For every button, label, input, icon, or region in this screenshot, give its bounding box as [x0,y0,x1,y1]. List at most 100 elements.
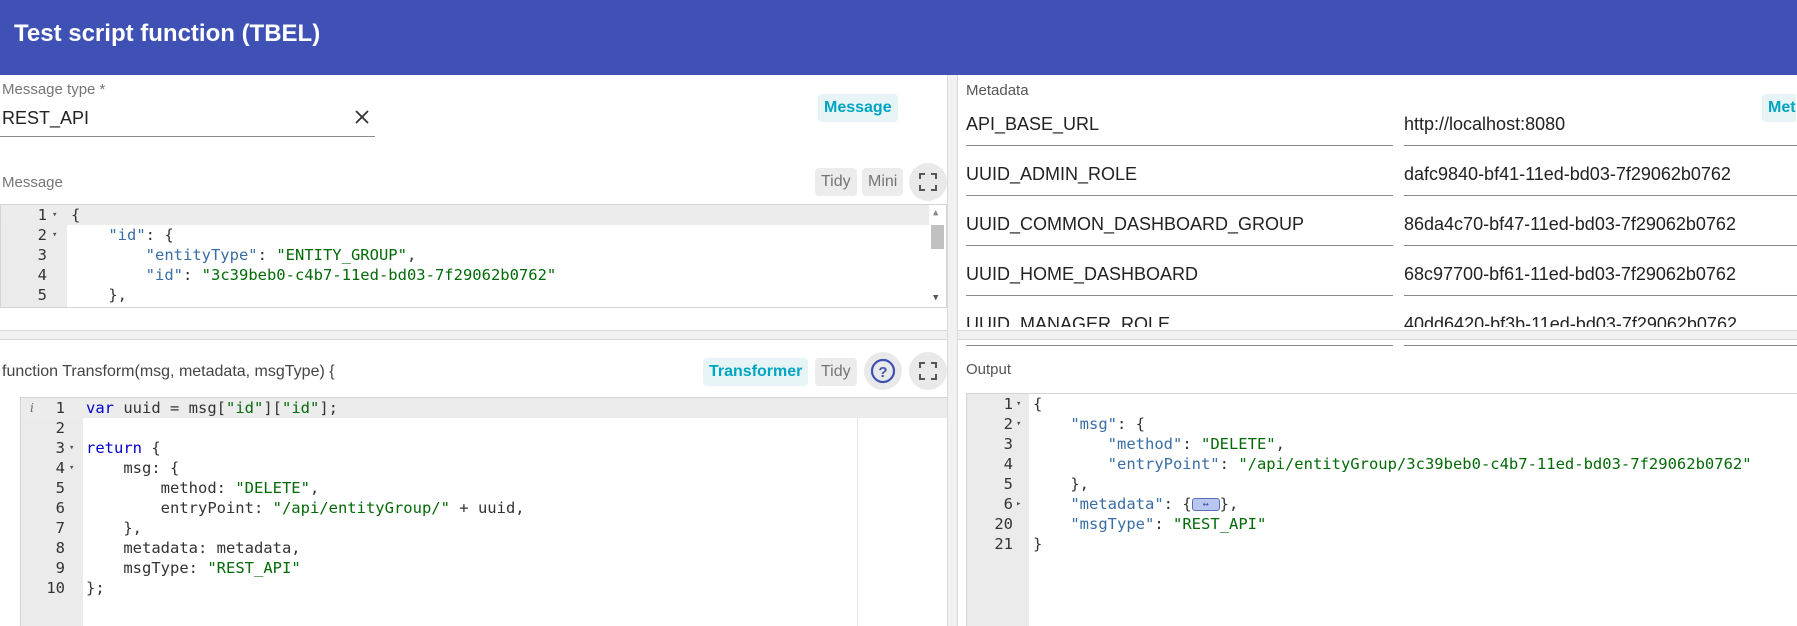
metadata-key-underline [966,345,1393,346]
function-code-line[interactable]: 2 [21,418,947,438]
metadata-key-input[interactable]: UUID_HOME_DASHBOARD [966,264,1198,285]
output-code-line[interactable]: 2 ▾ "msg": { [967,414,1797,434]
output-code-line[interactable]: 5 }, [967,474,1797,494]
function-code-line[interactable]: 7 }, [21,518,947,538]
metadata-value-underline [1404,345,1797,346]
line-number: 9 [55,559,65,577]
line-number: 7 [55,519,65,537]
output-code-line[interactable]: 6 ▸ "metadata": {↔}, [967,494,1797,514]
message-button[interactable]: Message [818,94,898,122]
metadata-value-input[interactable]: 86da4c70-bf47-11ed-bd03-7f29062b0762 [1404,214,1736,235]
function-code-line[interactable]: 6 entryPoint: "/api/entityGroup/" + uuid… [21,498,947,518]
message-code-line[interactable]: 4 "id": "3c39beb0-c4b7-11ed-bd03-7f29062… [1,265,946,285]
line-number: 1 [55,399,65,417]
function-tidy-button[interactable]: Tidy [815,358,857,386]
message-code-line[interactable]: 3 "entityType": "ENTITY_GROUP", [1,245,946,265]
output-code-line[interactable]: 20 "msgType": "REST_API" [967,514,1797,534]
message-code-line[interactable]: 2 ▾ "id": { [1,225,946,245]
message-code-editor[interactable]: 1 ▾{2 ▾ "id": {3 "entityType": "ENTITY_GRO… [0,204,947,308]
message-tidy-button[interactable]: Tidy [815,168,857,196]
metadata-value-underline [1404,195,1797,196]
metadata-key-underline [966,145,1393,146]
message-code-line[interactable]: 1 ▾ { [1,205,946,225]
metadata-label: Metadata [966,82,1029,99]
line-number: 3 [55,439,65,457]
fold-toggle-icon[interactable]: ▾ [1016,414,1021,434]
fold-toggle-icon[interactable]: ▾ [52,225,57,245]
message-code-line-clipped [1,305,946,307]
help-button[interactable]: ? [864,352,902,390]
line-number: 1 [37,206,47,224]
dialog-header: Test script function (TBEL) [0,0,1797,75]
info-marker-icon[interactable]: i [30,398,34,418]
message-type-label: Message type * [2,81,106,98]
function-code-line[interactable]: 4 ▾ msg: { [21,458,947,478]
code-text: "msgType": "REST_API" [1070,515,1267,533]
output-code-editor[interactable]: 1 ▾{2 ▾ "msg": {3 "method": "DELETE", 4 "en… [966,393,1797,626]
line-number: 2 [55,419,65,437]
line-number: 21 [994,535,1013,553]
code-text: "entryPoint": "/api/entityGroup/3c39beb0… [1107,455,1752,473]
function-code-line[interactable]: 8 metadata: metadata, [21,538,947,558]
function-code-line[interactable]: 5 method: "DELETE", [21,478,947,498]
line-number: 10 [46,579,65,597]
fold-toggle-icon[interactable]: ▾ [52,205,57,225]
fold-toggle-icon[interactable]: ▾ [69,438,74,458]
message-fullscreen-button[interactable] [909,163,947,201]
metadata-key-underline [966,245,1393,246]
message-label: Message [2,174,63,191]
function-code-line[interactable]: 9 msgType: "REST_API" [21,558,947,578]
code-text: "msg": { [1070,415,1145,433]
metadata-value-input[interactable]: 68c97700-bf61-11ed-bd03-7f29062b0762 [1404,264,1736,285]
fold-toggle-icon[interactable]: ▾ [1016,394,1021,414]
function-signature: function Transform(msg, metadata, msgTyp… [2,363,335,380]
scroll-down-arrow[interactable]: ▼ [933,293,938,303]
metadata-key-underline [966,195,1393,196]
code-text: }; [86,579,105,597]
function-fullscreen-button[interactable] [909,352,947,390]
metadata-button[interactable]: Met [1762,94,1796,122]
help-icon: ? [870,358,896,384]
metadata-value-input[interactable]: dafc9840-bf41-11ed-bd03-7f29062b0762 [1404,164,1731,185]
code-text: }, [86,519,142,537]
code-text: } [1033,535,1043,553]
output-code-line[interactable]: 4 "entryPoint": "/api/entityGroup/3c39be… [967,454,1797,474]
metadata-key-input[interactable]: API_BASE_URL [966,114,1099,135]
line-number: 6 [55,499,65,517]
scrollbar-thumb[interactable] [931,225,944,249]
output-code-line[interactable]: 21} [967,534,1797,554]
collapsed-fold-widget[interactable]: ↔ [1191,498,1220,511]
metadata-key-input[interactable]: UUID_ADMIN_ROLE [966,164,1137,185]
output-code-line[interactable]: 1 ▾ { [967,394,1797,414]
line-number: 4 [1003,455,1013,473]
output-code-line[interactable]: 3 "method": "DELETE", [967,434,1797,454]
message-mini-button[interactable]: Mini [862,168,904,196]
message-type-input[interactable]: REST_API [2,108,89,129]
metadata-value-underline [1404,245,1797,246]
code-text: metadata: metadata, [86,539,301,557]
transformer-button[interactable]: Transformer [703,358,809,386]
fullscreen-icon [919,362,937,380]
function-code-line[interactable]: i 1 var uuid = msg["id"]["id"]; [21,398,947,418]
line-number: 3 [37,246,47,264]
code-text: "id": { [108,226,174,244]
message-code-line[interactable]: 5 }, [1,285,946,305]
line-number: 4 [37,266,47,284]
metadata-key-input[interactable]: UUID_COMMON_DASHBOARD_GROUP [966,214,1304,235]
function-code-line[interactable]: 3 ▾ return { [21,438,947,458]
code-text: var uuid = msg["id"]["id"]; [86,399,338,417]
message-editor-scrollbar[interactable]: ▲ ▼ [929,205,946,307]
code-text: "id": "3c39beb0-c4b7-11ed-bd03-7f29062b0… [145,266,557,284]
code-text: }, [71,286,127,304]
line-number: 3 [1003,435,1013,453]
close-icon[interactable] [353,108,371,126]
metadata-value-input[interactable]: http://localhost:8080 [1404,114,1565,135]
function-code-line[interactable]: 10}; [21,578,947,598]
function-code-editor[interactable]: i 1 var uuid = msg["id"]["id"]; 2 3 ▾ return {… [20,397,947,626]
output-label: Output [966,361,1012,378]
scroll-up-arrow[interactable]: ▲ [933,208,938,218]
horizontal-splitter[interactable] [0,330,1797,340]
fold-expand-icon[interactable]: ▸ [1016,494,1021,514]
vertical-splitter[interactable] [947,75,958,626]
fold-toggle-icon[interactable]: ▾ [69,458,74,478]
